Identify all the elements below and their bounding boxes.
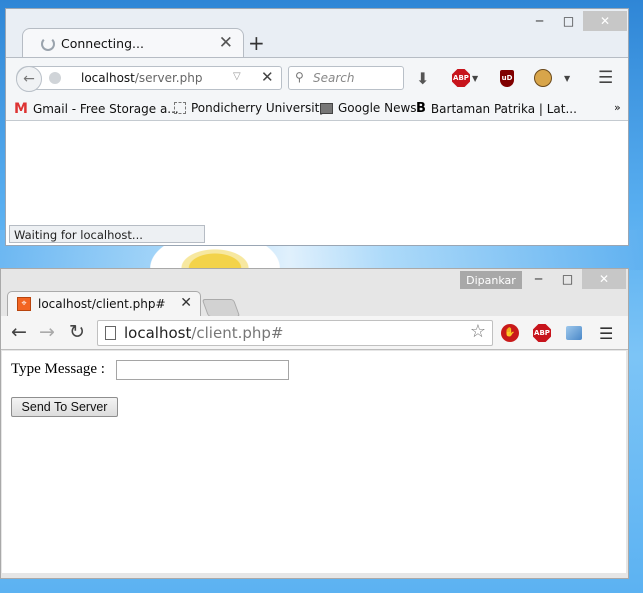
search-icon: ⚲ [295, 70, 304, 84]
search-placeholder: Search [313, 71, 355, 85]
new-tab-button[interactable]: + [248, 31, 265, 55]
close-tab-icon[interactable]: ✕ [180, 295, 192, 311]
download-icon[interactable]: ⬇ [416, 68, 429, 88]
bartaman-icon: B [416, 101, 426, 116]
news-icon [320, 102, 333, 114]
close-window-button[interactable]: ✕ [582, 269, 626, 289]
url-host: localhost [81, 71, 135, 85]
firefox-window: ─ □ ✕ Connecting... ✕ + ← localhost/serv… [5, 8, 629, 246]
flag-icon [566, 326, 582, 340]
window-controls: ─ □ ✕ [525, 11, 627, 31]
status-bar: Waiting for localhost... [9, 225, 205, 243]
bookmark-google-news[interactable]: Google News [320, 101, 417, 115]
ublock-icon: uD [500, 69, 514, 87]
tab-title: localhost/client.php# [38, 297, 166, 311]
close-window-button[interactable]: ✕ [583, 11, 627, 31]
bookmark-star-icon[interactable]: ☆ [470, 321, 486, 342]
adblock-plus-icon: ABP [533, 324, 551, 342]
xampp-favicon-icon: ⌖ [17, 297, 31, 311]
url-path: /client.php# [191, 324, 284, 342]
bookmark-label: Google News [338, 101, 417, 115]
adblock-plus-button[interactable]: ABP ▼ [452, 68, 478, 88]
search-input[interactable]: ⚲ Search [288, 66, 404, 90]
history-dropdown-icon[interactable]: ▽ [233, 71, 241, 82]
bookmark-pondicherry[interactable]: Pondicherry University [174, 101, 326, 115]
url-path: /server.php [134, 71, 203, 85]
ublock-button[interactable]: uD [500, 68, 514, 88]
adblock-plus-button[interactable]: ABP [533, 323, 551, 343]
back-button[interactable]: ← [16, 66, 42, 92]
page-icon [105, 326, 116, 340]
url-text[interactable]: localhost/client.php# [124, 324, 283, 342]
url-bar[interactable]: ← localhost/server.php ▽ ✕ [16, 66, 282, 92]
chrome-menu-icon[interactable]: ☰ [599, 323, 613, 343]
greasemonkey-menu-icon[interactable]: ▼ [564, 68, 570, 88]
greasemonkey-icon [534, 69, 552, 87]
close-tab-icon[interactable]: ✕ [219, 33, 233, 53]
gmail-icon: M [14, 101, 28, 117]
bookmark-bartaman[interactable]: B Bartaman Patrika | Lat... [416, 101, 577, 116]
url-text[interactable]: localhost/server.php [81, 71, 202, 85]
window-controls: ─ □ ✕ [524, 269, 626, 289]
bookmark-label: Gmail - Free Storage a... [32, 102, 179, 116]
tab-title: Connecting... [61, 36, 144, 51]
forward-arrow-icon[interactable]: → [39, 321, 55, 343]
new-tab-button[interactable] [201, 299, 241, 317]
adblock-plus-icon: ABP [452, 69, 470, 87]
greasemonkey-button[interactable] [534, 68, 552, 88]
minimize-button[interactable]: ─ [524, 269, 553, 289]
type-message-label: Type Message : [11, 361, 105, 377]
stop-loading-button[interactable]: ✕ [261, 68, 274, 86]
back-arrow-icon[interactable]: ← [11, 321, 27, 343]
omnibox[interactable]: localhost/client.php# ☆ [97, 320, 493, 346]
extension-flag-button[interactable] [566, 323, 582, 343]
profile-button[interactable]: Dipankar [460, 271, 522, 289]
bookmark-page-icon [174, 102, 186, 114]
bookmark-label: Pondicherry University [191, 101, 327, 115]
message-input[interactable] [116, 360, 289, 380]
hamburger-menu-icon[interactable]: ☰ [598, 68, 613, 88]
reload-icon[interactable]: ↻ [69, 321, 85, 343]
bookmark-label: Bartaman Patrika | Lat... [430, 101, 577, 116]
maximize-button[interactable]: □ [554, 11, 583, 31]
chrome-window: Dipankar ─ □ ✕ ⌖ localhost/client.php# ✕… [0, 268, 629, 579]
page-content: Waiting for localhost... [6, 121, 628, 245]
minimize-button[interactable]: ─ [525, 11, 554, 31]
page-content: Type Message : Send To Server [2, 351, 626, 573]
send-to-server-button[interactable]: Send To Server [11, 397, 118, 417]
stop-hand-icon: ✋ [501, 324, 519, 342]
bookmark-gmail[interactable]: M Gmail - Free Storage a... [14, 101, 179, 117]
maximize-button[interactable]: □ [553, 269, 582, 289]
tab-server[interactable]: Connecting... ✕ [22, 28, 244, 57]
url-host: localhost [124, 324, 192, 342]
globe-icon [49, 72, 61, 84]
navigation-toolbar: ← → ↻ localhost/client.php# ☆ ✋ ABP ☰ [1, 316, 628, 350]
bookmarks-overflow-button[interactable]: » [614, 101, 621, 114]
loading-spinner-icon [41, 37, 55, 51]
tab-client[interactable]: ⌖ localhost/client.php# ✕ [7, 291, 201, 316]
stop-extension-button[interactable]: ✋ [501, 323, 519, 343]
bookmarks-toolbar: M Gmail - Free Storage a... Pondicherry … [6, 97, 628, 121]
dropdown-arrow-icon: ▼ [472, 73, 479, 83]
